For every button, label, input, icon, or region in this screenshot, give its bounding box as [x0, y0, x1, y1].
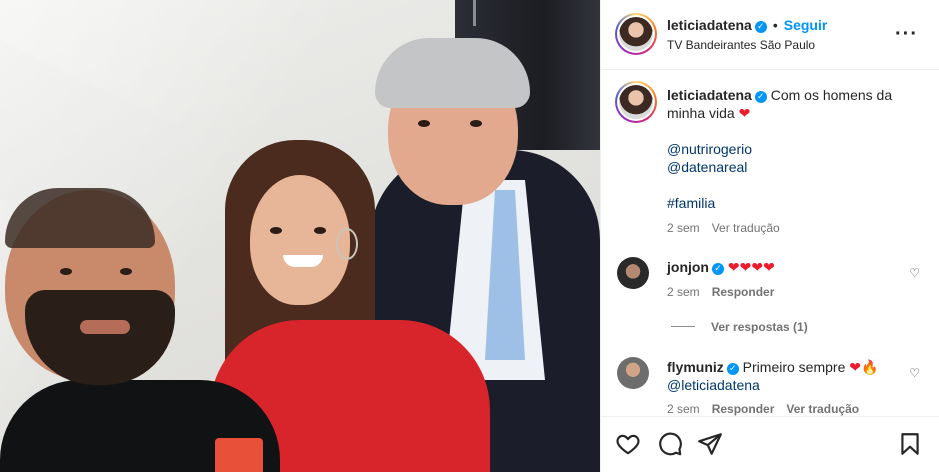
comment-text: ❤❤❤❤: [727, 259, 775, 275]
post-photo[interactable]: [0, 0, 600, 472]
photo-eye: [270, 227, 282, 234]
comment-jonjon: jonjon ✓ ❤❤❤❤: [667, 258, 775, 276]
view-replies-button[interactable]: Ver respostas (1): [711, 320, 808, 334]
photo-woman-earring: [336, 228, 358, 260]
caption-text: Com os homens da: [770, 87, 893, 103]
heart-fire-emoji: ❤🔥: [849, 359, 879, 375]
comment-meta: 2 sem Responder Ver tradução: [667, 402, 859, 416]
comment-like-heart-icon[interactable]: ♡: [909, 266, 920, 280]
like-heart-icon[interactable]: [615, 431, 641, 457]
photo-woman-face: [250, 175, 350, 305]
caption-text-2: minha vida: [667, 105, 735, 121]
photo-eye: [418, 120, 430, 127]
caption-author-avatar[interactable]: [615, 81, 657, 123]
photo-man-left-mouth: [80, 320, 130, 334]
mention-datenareal[interactable]: @datenareal: [667, 158, 747, 176]
author-username[interactable]: leticiadatena: [667, 17, 752, 33]
comment-like-heart-icon[interactable]: ♡: [909, 366, 920, 380]
comment-avatar-flymuniz[interactable]: [617, 357, 649, 389]
more-options-icon[interactable]: ···: [895, 24, 918, 44]
comment-meta: 2 sem Responder: [667, 285, 774, 299]
photo-can: [215, 438, 263, 472]
mention-leticiadatena[interactable]: @leticiadatena: [667, 376, 760, 394]
header-user-row: leticiadatena ✓ • Seguir: [667, 17, 827, 35]
photo-man-left-hair: [5, 188, 155, 248]
photo-woman-smile: [283, 255, 323, 267]
photo-eye: [314, 227, 326, 234]
caption-author-username[interactable]: leticiadatena: [667, 87, 752, 103]
comment-time[interactable]: 2 sem: [667, 402, 700, 416]
photo-eye: [120, 268, 132, 275]
author-avatar[interactable]: [615, 13, 657, 55]
comment-time[interactable]: 2 sem: [667, 285, 700, 299]
verified-badge-icon: ✓: [726, 363, 739, 375]
caption-line-2: minha vida ❤: [667, 104, 750, 122]
follow-button[interactable]: Seguir: [784, 17, 828, 33]
verified-badge-icon: ✓: [712, 263, 724, 275]
comments-panel[interactable]: leticiadatena ✓ Com os homens da minha vi…: [601, 71, 939, 416]
comment-flymuniz: flymuniz ✓ Primeiro sempre ❤🔥: [667, 358, 878, 376]
header-separator: •: [772, 17, 778, 33]
caption-meta: 2 sem Ver tradução: [667, 221, 780, 235]
comment-username[interactable]: flymuniz: [667, 359, 724, 375]
reply-button[interactable]: Responder: [712, 402, 775, 416]
post-header: leticiadatena ✓ • Seguir TV Bandeirantes Sã…: [601, 0, 939, 70]
share-paper-plane-icon[interactable]: [697, 431, 723, 457]
photo-eye: [470, 120, 482, 127]
comment-avatar-jonjon[interactable]: [617, 257, 649, 289]
verified-badge-icon: ✓: [754, 21, 767, 33]
replies-divider: [671, 326, 695, 327]
hashtag-familia[interactable]: #familia: [667, 194, 715, 212]
caption-translate-link[interactable]: Ver tradução: [712, 221, 780, 235]
save-bookmark-icon[interactable]: [897, 431, 923, 457]
comment-text: Primeiro sempre: [742, 359, 846, 375]
verified-badge-icon: ✓: [754, 91, 767, 103]
action-bar: [601, 416, 939, 472]
post-sidebar: leticiadatena ✓ • Seguir TV Bandeirantes Sã…: [600, 0, 939, 472]
photo-eye: [60, 268, 72, 275]
comment-bubble-icon[interactable]: [657, 431, 683, 457]
post-location[interactable]: TV Bandeirantes São Paulo: [667, 38, 815, 52]
translate-link[interactable]: Ver tradução: [786, 402, 859, 416]
caption-time[interactable]: 2 sem: [667, 221, 700, 235]
photo-man-right-hair: [375, 38, 530, 108]
mention-nutrirogerio[interactable]: @nutrirogerio: [667, 140, 752, 158]
comment-username[interactable]: jonjon: [667, 259, 709, 275]
heart-emoji: ❤: [738, 105, 751, 121]
reply-button[interactable]: Responder: [712, 285, 775, 299]
caption-line-1: leticiadatena ✓ Com os homens da: [667, 86, 917, 104]
